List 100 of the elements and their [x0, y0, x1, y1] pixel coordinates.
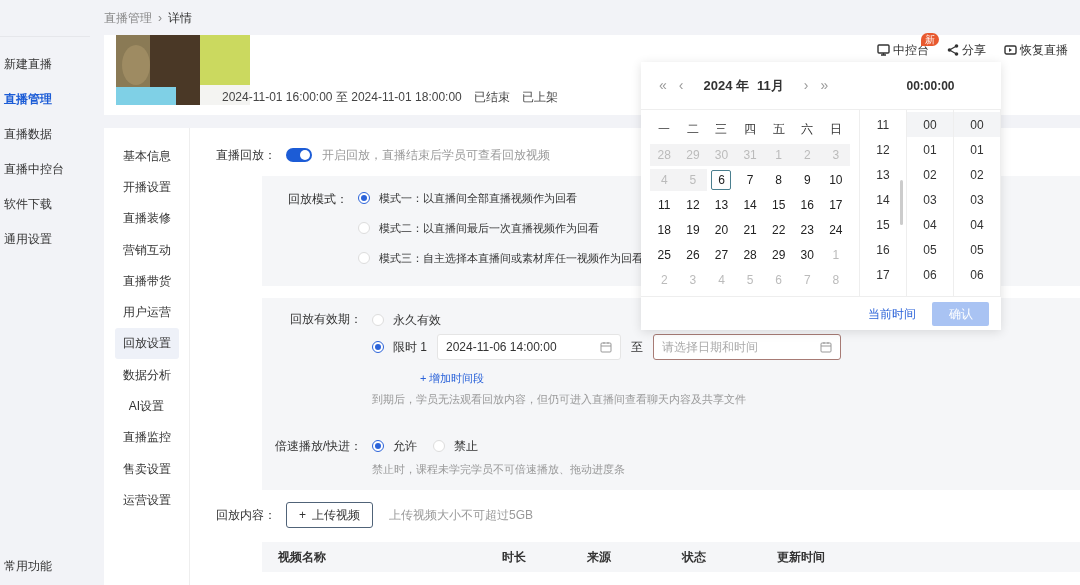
field-label: 回放模式：: [287, 191, 348, 208]
settings-nav-item[interactable]: 售卖设置: [114, 452, 179, 485]
field-label: 倍速播放/快进：: [273, 438, 362, 455]
calendar-day[interactable]: 19: [678, 219, 708, 241]
time-option[interactable]: 04: [907, 212, 953, 237]
sidebar-item[interactable]: 直播中控台: [0, 152, 100, 187]
weekday-label: 一: [657, 120, 672, 138]
year-label[interactable]: 2024 年: [703, 75, 749, 96]
radio-option[interactable]: 禁止: [433, 437, 478, 455]
calendar-day[interactable]: 14: [735, 194, 765, 216]
time-option[interactable]: 02: [907, 162, 953, 187]
settings-nav-item[interactable]: 直播监控: [114, 421, 179, 453]
calendar-day[interactable]: 16: [792, 194, 822, 216]
settings-nav-item[interactable]: 直播装修: [114, 202, 179, 234]
hint-text: 开启回放，直播结束后学员可查看回放视频: [322, 147, 550, 164]
field-label: 直播回放：: [215, 147, 276, 164]
field-label: 回放内容：: [215, 507, 276, 524]
calendar-day[interactable]: 12: [678, 194, 708, 216]
time-option[interactable]: 01: [907, 137, 953, 162]
time-option[interactable]: 13: [860, 162, 906, 187]
column-header: 来源: [587, 549, 612, 566]
toolbar-button[interactable]: 分享: [947, 41, 986, 59]
date-field[interactable]: 2024-11-06 14:00:00: [437, 334, 621, 360]
sidebar-item[interactable]: 新建直播: [0, 47, 100, 82]
sidebar-item[interactable]: 软件下载: [0, 187, 100, 222]
calendar-day[interactable]: 13: [707, 194, 736, 216]
calendar-day[interactable]: 24: [821, 219, 851, 241]
calendar-day[interactable]: 26: [678, 244, 708, 266]
calendar-day[interactable]: 21: [735, 219, 765, 241]
time-option[interactable]: 15: [860, 212, 906, 237]
date-field[interactable]: 请选择日期和时间: [653, 334, 841, 360]
calendar-day[interactable]: 29: [764, 244, 793, 266]
sidebar-item[interactable]: 直播管理: [0, 82, 100, 117]
radio-option[interactable]: 模式一：以直播间全部直播视频作为回看: [358, 190, 643, 206]
toolbar-button[interactable]: 恢复直播: [1004, 41, 1068, 59]
settings-nav-item[interactable]: 营销互动: [114, 233, 179, 266]
calendar-day: 28: [650, 144, 679, 166]
time-option[interactable]: 06: [954, 262, 1000, 287]
time-option[interactable]: 17: [860, 262, 906, 287]
settings-nav-item[interactable]: 运营设置: [114, 484, 179, 516]
sidebar-item[interactable]: 通用设置: [0, 222, 100, 257]
settings-nav-item[interactable]: 数据分析: [114, 359, 179, 391]
calendar-day[interactable]: 17: [821, 194, 851, 216]
weekday-label: 三: [714, 120, 729, 138]
time-option[interactable]: 11: [860, 112, 906, 137]
current-time-link[interactable]: 当前时间: [868, 304, 916, 323]
upload-button[interactable]: + 上传视频: [286, 502, 373, 528]
time-option[interactable]: 03: [907, 187, 953, 212]
time-option[interactable]: 16: [860, 237, 906, 262]
calendar-day[interactable]: 22: [764, 219, 793, 241]
calendar-day: 31: [735, 144, 765, 166]
field-label: 回放有效期：: [289, 311, 362, 328]
calendar-day[interactable]: 9: [792, 169, 822, 191]
time-option[interactable]: 02: [954, 162, 1000, 187]
time-option[interactable]: 05: [954, 237, 1000, 262]
settings-nav-item[interactable]: 直播带货: [114, 265, 179, 297]
calendar-day[interactable]: 25: [650, 244, 679, 266]
calendar-day[interactable]: 30: [792, 244, 822, 266]
radio-option[interactable]: 允许: [372, 437, 417, 455]
calendar-day: 4: [650, 169, 679, 191]
radio-option[interactable]: 模式二：以直播间最后一次直播视频作为回看: [358, 220, 643, 236]
calendar-day[interactable]: 11: [650, 194, 679, 216]
settings-nav-item[interactable]: 开播设置: [114, 171, 179, 203]
calendar-day[interactable]: 20: [707, 219, 736, 241]
calendar-day: 29: [678, 144, 708, 166]
calendar-day[interactable]: 27: [707, 244, 736, 266]
settings-nav-item[interactable]: 回放设置: [114, 327, 179, 360]
radio-option[interactable]: 模式三：自主选择本直播间或素材库任一视频作为回看: [358, 250, 643, 266]
sidebar-footer[interactable]: 常用功能: [0, 557, 100, 585]
column-header: 时长: [502, 549, 527, 566]
settings-nav-item[interactable]: AI设置: [114, 390, 179, 422]
sidebar-item[interactable]: 直播数据: [0, 117, 100, 152]
scrollbar[interactable]: [900, 180, 903, 225]
radio-option[interactable]: 永久有效: [372, 311, 441, 329]
settings-nav-item[interactable]: 用户运营: [114, 296, 179, 328]
weekday-label: 六: [800, 120, 815, 138]
time-option[interactable]: 05: [907, 237, 953, 262]
calendar-day[interactable]: 8: [764, 169, 793, 191]
settings-nav-item[interactable]: 基本信息: [114, 140, 179, 172]
time-option[interactable]: 03: [954, 187, 1000, 212]
to-label: 至: [631, 339, 643, 356]
time-option[interactable]: 00: [954, 112, 1000, 137]
breadcrumb-separator: ›: [158, 9, 162, 27]
radio-option[interactable]: 限时 1: [372, 338, 427, 356]
time-option[interactable]: 00: [907, 112, 953, 137]
calendar-day[interactable]: 15: [764, 194, 793, 216]
calendar-day[interactable]: 28: [735, 244, 765, 266]
toggle-switch[interactable]: [286, 148, 312, 162]
time-option[interactable]: 01: [954, 137, 1000, 162]
calendar-day[interactable]: 10: [821, 169, 851, 191]
add-period-link[interactable]: + 增加时间段: [420, 370, 841, 387]
column-header: 视频名称: [277, 549, 327, 566]
calendar-day[interactable]: 7: [735, 169, 765, 191]
time-option[interactable]: 04: [954, 212, 1000, 237]
time-option[interactable]: 14: [860, 187, 906, 212]
time-option[interactable]: 06: [907, 262, 953, 287]
calendar-day[interactable]: 23: [792, 219, 822, 241]
calendar-day[interactable]: 18: [650, 219, 679, 241]
month-label[interactable]: 11月: [757, 75, 784, 96]
time-option[interactable]: 12: [860, 137, 906, 162]
